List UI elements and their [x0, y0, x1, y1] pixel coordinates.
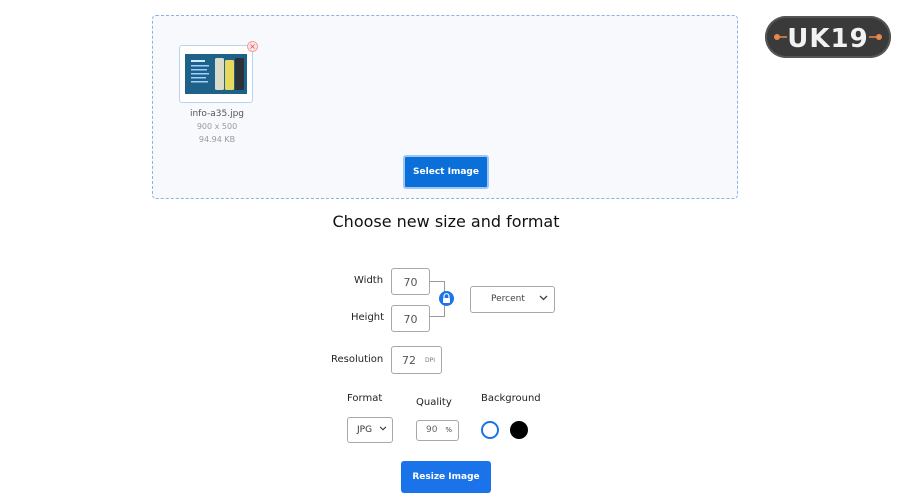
quality-input[interactable]: 90 % [416, 420, 459, 441]
select-image-button[interactable]: Select Image [403, 155, 489, 189]
size-unit-select[interactable]: Percent [470, 286, 555, 313]
file-thumbnail-image [185, 54, 247, 94]
background-white-option[interactable] [481, 421, 499, 439]
resolution-value: 72 [402, 354, 416, 367]
file-thumbnail-card[interactable] [179, 45, 253, 103]
section-title: Choose new size and format [332, 212, 560, 231]
width-input[interactable]: 70 [391, 268, 430, 295]
height-input[interactable]: 70 [391, 305, 430, 332]
format-select[interactable]: JPG [347, 417, 393, 443]
background-label: Background [481, 393, 541, 404]
resolution-label: Resolution [331, 354, 384, 365]
format-value: JPG [357, 425, 373, 435]
height-label: Height [351, 312, 385, 323]
file-name: info-a35.jpg [189, 109, 245, 119]
resolution-input[interactable]: 72 DPI [391, 346, 442, 374]
quality-label: Quality [416, 397, 452, 408]
logo-mark: UK19 [774, 24, 882, 54]
size-unit-value: Percent [491, 294, 525, 304]
remove-file-button[interactable]: × [247, 41, 258, 52]
quality-value: 90 [426, 425, 438, 435]
logo-text: UK19 [787, 24, 868, 54]
background-black-option[interactable] [510, 421, 528, 439]
aspect-lock-icon[interactable] [439, 291, 454, 306]
resolution-unit: DPI [424, 357, 435, 364]
site-logo[interactable]: UK19 [765, 16, 891, 58]
close-icon: × [249, 42, 256, 51]
chevron-down-icon [539, 295, 548, 301]
file-size: 94.94 KB [198, 135, 236, 144]
file-dimensions: 900 x 500 [196, 122, 238, 131]
format-label: Format [347, 393, 383, 404]
resize-image-button[interactable]: Resize Image [401, 461, 491, 493]
chevron-down-icon [379, 426, 387, 431]
image-dropzone[interactable]: × info-a35.jpg 900 x 500 94.94 KB Select… [152, 15, 738, 199]
width-label: Width [354, 275, 384, 286]
quality-unit: % [445, 426, 452, 434]
